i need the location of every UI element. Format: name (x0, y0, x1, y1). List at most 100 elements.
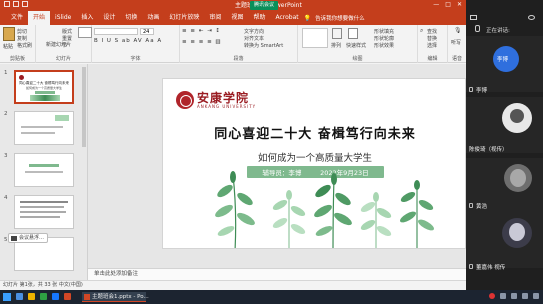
participant-name: 黄浩 (476, 204, 488, 210)
tell-me-search[interactable]: 告诉我你想要做什么 (315, 14, 365, 22)
align-buttons[interactable]: ≡ ≡ ≡ ≡ ▥ (182, 39, 222, 45)
new-slide-button[interactable]: 新建幻灯片 (46, 41, 71, 48)
microphone-icon[interactable]: 🎙 (454, 27, 462, 34)
avatar-figure (510, 109, 524, 123)
reset-button[interactable]: 重置 (62, 35, 72, 42)
paste-button[interactable]: 粘贴 (3, 43, 13, 50)
tab-home[interactable]: 开始 (28, 11, 51, 25)
new-slide-icon[interactable] (78, 27, 92, 38)
tab-file[interactable]: 文件 (6, 11, 28, 25)
thumb-text-line (21, 132, 55, 134)
file-explorer-icon[interactable] (28, 293, 35, 300)
close-button[interactable]: ✕ (457, 1, 462, 8)
find-icon[interactable]: ⌕ (420, 27, 423, 35)
meeting-app-icon[interactable] (52, 293, 59, 300)
avatar-figure (510, 169, 526, 187)
notes-pane[interactable]: 单击此处添加备注 (88, 268, 466, 280)
mic-icon (469, 87, 473, 92)
thumb-text-line (25, 171, 63, 173)
dictate-button[interactable]: 听写 (451, 39, 461, 46)
weibo-icon[interactable] (489, 293, 495, 299)
window-controls: — □ ✕ (433, 1, 462, 8)
tab-slideshow[interactable]: 幻灯片放映 (164, 11, 204, 25)
text-direction-button[interactable]: 文字方向 (244, 28, 264, 35)
tab-animations[interactable]: 动画 (142, 11, 164, 25)
tab-design[interactable]: 设计 (98, 11, 120, 25)
font-size-dropdown[interactable]: 24 (140, 28, 154, 35)
shape-fill-button[interactable]: 形状填充 (374, 28, 394, 35)
participant-tile[interactable]: 李博 (466, 36, 543, 92)
slide-title[interactable]: 同心喜迎二十大 奋楫笃行向未来 (163, 123, 465, 142)
paste-icon[interactable] (3, 27, 15, 41)
clipboard-label: 剪贴板 (9, 56, 25, 62)
shapes-gallery[interactable] (302, 28, 328, 48)
avatar (502, 218, 532, 248)
notification-icon[interactable] (533, 293, 539, 299)
meeting-floating-chip[interactable]: 会议悬浮… (8, 233, 48, 243)
redo-icon[interactable] (22, 1, 28, 7)
tab-islide[interactable]: iSlide (50, 11, 76, 25)
voice-label: 语音 (451, 56, 462, 62)
font-name-dropdown[interactable] (94, 28, 138, 35)
list-buttons[interactable]: ≡ ≡ ⇤ ⇥ ↕ (182, 28, 221, 34)
thumbnail-scrollbar[interactable] (82, 67, 86, 147)
tab-transitions[interactable]: 切换 (120, 11, 142, 25)
network-icon[interactable] (511, 293, 517, 299)
tab-review[interactable]: 审阅 (204, 11, 226, 25)
shape-effects-button[interactable]: 形状效果 (374, 42, 394, 49)
arrange-button[interactable]: 排列 (331, 42, 341, 49)
browser-icon[interactable] (40, 293, 47, 300)
ribbon: 粘贴 剪切 复制 格式刷 剪贴板 新建幻灯片 版式 重置 节 幻灯片 24 B … (0, 25, 466, 63)
quick-styles-button[interactable]: 快速样式 (346, 42, 366, 49)
screen: 主题班会1 - PowerPoint 腾讯会议 — □ ✕ 文件 开始 iSli… (0, 0, 543, 304)
layout-button[interactable]: 版式 (62, 28, 72, 35)
mic-icon (469, 203, 473, 208)
paragraph-group: ≡ ≡ ⇤ ⇥ ↕ ≡ ≡ ≡ ≡ ▥ 文字方向 对齐文本 转换为 SmartA… (180, 25, 298, 63)
lightbulb-icon: 💡 (303, 14, 312, 22)
select-button[interactable]: 选择 (427, 42, 437, 49)
font-format-buttons[interactable]: B I U S ab AV Aa A (94, 38, 162, 44)
current-slide[interactable]: 安康学院 ANKANG UNIVERSITY 同心喜迎二十大 奋楫笃行向未来 如… (162, 78, 466, 249)
quick-access-toolbar (4, 1, 28, 7)
section-button[interactable]: 节 (62, 42, 67, 49)
tab-view[interactable]: 视图 (226, 11, 248, 25)
tab-help[interactable]: 帮助 (248, 11, 270, 25)
people-icon[interactable] (528, 15, 535, 20)
slide-thumbnail-3[interactable] (14, 153, 74, 187)
slides-label: 幻灯片 (55, 56, 71, 62)
search-icon[interactable] (16, 293, 23, 300)
cut-button[interactable]: 剪切 (17, 28, 27, 35)
format-painter-button[interactable]: 格式刷 (17, 42, 32, 49)
volume-icon[interactable] (522, 293, 528, 299)
shape-outline-button[interactable]: 形状轮廓 (374, 35, 394, 42)
arrange-icon[interactable] (332, 28, 342, 39)
slide-subtitle[interactable]: 如何成为一个高质量大学生 (163, 150, 465, 164)
align-text-button[interactable]: 对齐文本 (244, 35, 264, 42)
copy-button[interactable]: 复制 (17, 35, 27, 42)
maximize-button[interactable]: □ (445, 1, 451, 8)
slides-group: 新建幻灯片 版式 重置 节 幻灯片 (36, 25, 92, 63)
tab-insert[interactable]: 插入 (76, 11, 98, 25)
undo-icon[interactable] (13, 1, 19, 7)
save-icon[interactable] (4, 1, 10, 7)
slide-thumbnail-2[interactable] (14, 111, 74, 145)
replace-button[interactable]: 替换 (427, 35, 437, 42)
input-method-icon[interactable] (500, 293, 506, 299)
meeting-share-badge[interactable]: 腾讯会议 (250, 1, 278, 10)
tab-acrobat[interactable]: Acrobat (270, 11, 303, 25)
system-tray (489, 293, 539, 299)
find-button[interactable]: 查找 (427, 28, 437, 35)
minimize-button[interactable]: — (433, 1, 439, 8)
thumb-leaf-decor (55, 115, 69, 121)
taskbar-app-label: 主题班会1.pptx - Po... (92, 294, 149, 300)
camera-icon (11, 236, 17, 241)
layout-icon[interactable] (470, 15, 477, 20)
smartart-button[interactable]: 转换为 SmartArt (244, 42, 283, 49)
participant-tile[interactable] (466, 212, 543, 268)
powerpoint-icon[interactable] (64, 293, 71, 300)
slide-thumbnail-1[interactable]: 同心喜迎二十大 奋楫笃行向未来 如何成为一个高质量大学生 (14, 70, 74, 104)
start-icon[interactable] (3, 293, 11, 301)
slide-thumbnail-4[interactable] (14, 195, 74, 229)
taskbar-powerpoint-window[interactable]: 主题班会1.pptx - Po... (82, 292, 149, 302)
quick-styles-icon[interactable] (348, 28, 358, 39)
